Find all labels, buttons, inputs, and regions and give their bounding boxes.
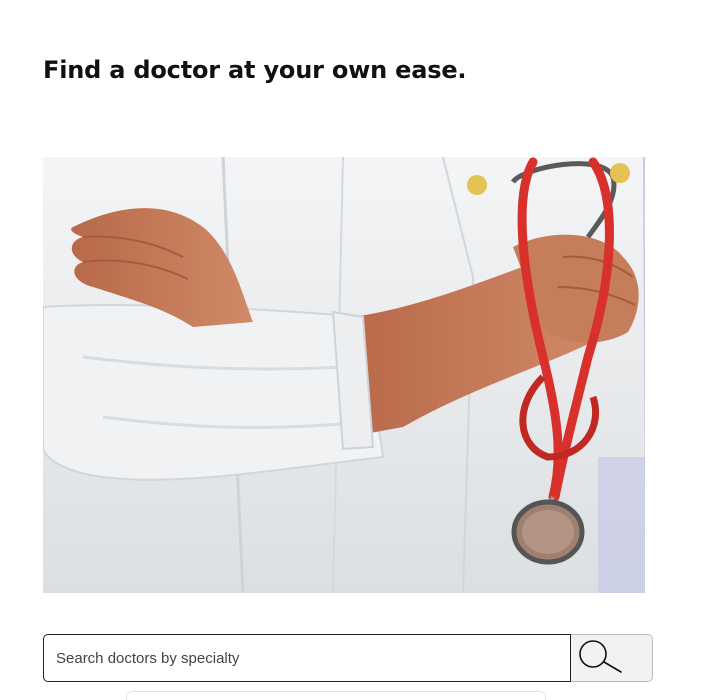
hero-image <box>43 157 645 593</box>
search-icon <box>579 640 622 673</box>
search-bar <box>43 634 653 682</box>
search-button[interactable] <box>571 634 653 682</box>
search-input[interactable] <box>43 634 572 682</box>
page-title: Find a doctor at your own ease. <box>43 56 467 84</box>
results-panel-edge <box>126 691 546 700</box>
